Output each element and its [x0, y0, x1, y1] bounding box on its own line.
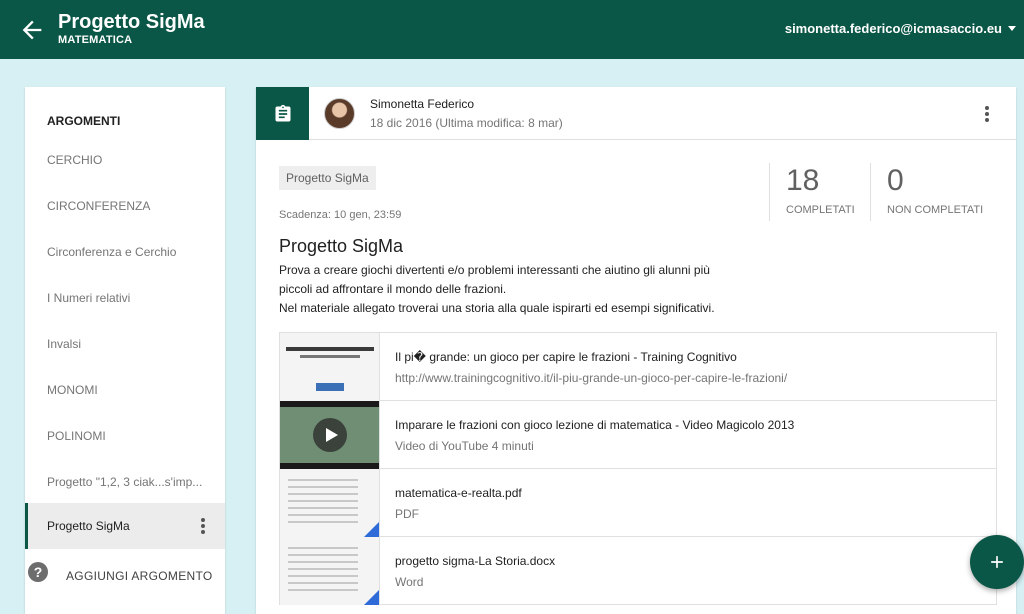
video-thumbnail	[280, 401, 380, 469]
sidebar-item-polinomi[interactable]: POLINOMI	[25, 413, 225, 459]
attachment-title: progetto sigma-La Storia.docx	[395, 554, 556, 568]
completed-stat[interactable]: 18 COMPLETATI	[769, 163, 870, 221]
attachment-link[interactable]: Il pi� grande: un gioco per capire le fr…	[280, 333, 996, 401]
assignment-card: Simonetta Federico 18 dic 2016 (Ultima m…	[256, 87, 1016, 614]
docx-thumbnail	[280, 537, 380, 605]
sidebar-item-circonferenza[interactable]: CIRCONFERENZA	[25, 183, 225, 229]
attachment-meta: Video di YouTube 4 minuti	[395, 439, 534, 453]
not-completed-label: NON COMPLETATI	[887, 204, 984, 216]
topics-sidebar: ARGOMENTI CERCHIO CIRCONFERENZA Circonfe…	[25, 87, 225, 614]
arrow-back-icon	[22, 20, 42, 40]
top-app-bar: Progetto SigMa MATEMATICA simonetta.fede…	[0, 0, 1024, 59]
avatar	[324, 98, 355, 129]
link-thumbnail	[280, 333, 380, 401]
more-options-icon[interactable]	[985, 106, 989, 122]
attachment-title: matematica-e-realta.pdf	[395, 486, 522, 500]
class-title: Progetto SigMa	[58, 11, 205, 33]
completed-count: 18	[786, 164, 820, 197]
assignment-type-badge	[256, 87, 309, 140]
description-line: Nel materiale allegato troverai una stor…	[279, 301, 715, 315]
attachment-type: PDF	[395, 507, 419, 521]
pdf-thumbnail	[280, 469, 380, 537]
author-name: Simonetta Federico	[370, 97, 475, 111]
attachment-url: http://www.trainingcognitivo.it/il-piu-g…	[395, 371, 788, 385]
completed-label: COMPLETATI	[786, 204, 855, 216]
account-email: simonetta.federico@icmasaccio.eu	[784, 21, 1002, 36]
sidebar-item-progetto-ciak[interactable]: Progetto "1,2, 3 ciak...s'imp...	[25, 459, 225, 505]
submission-stats: 18 COMPLETATI 0 NON COMPLETATI	[769, 163, 984, 221]
help-icon[interactable]: ?	[28, 562, 48, 582]
add-topic-label: AGGIUNGI ARGOMENTO	[66, 569, 213, 583]
attachment-video[interactable]: Imparare le frazioni con gioco lezione d…	[280, 401, 996, 469]
assignment-title: Progetto SigMa	[279, 236, 404, 256]
topic-chip[interactable]: Progetto SigMa	[279, 166, 376, 190]
add-fab-button[interactable]	[970, 535, 1024, 589]
back-button[interactable]	[18, 16, 46, 44]
sidebar-item-invalsi[interactable]: Invalsi	[25, 321, 225, 367]
assignment-header: Simonetta Federico 18 dic 2016 (Ultima m…	[256, 87, 1016, 140]
sidebar-item-cerchio[interactable]: CERCHIO	[25, 137, 225, 183]
assignment-icon	[275, 104, 290, 121]
assignment-description: Prova a creare giochi divertenti e/o pro…	[279, 261, 749, 318]
plus-icon	[991, 556, 1003, 568]
attachment-title: Imparare le frazioni con gioco lezione d…	[395, 418, 795, 432]
account-menu[interactable]: simonetta.federico@icmasaccio.eu	[785, 21, 1016, 36]
description-line: Prova a creare giochi divertenti e/o pro…	[279, 263, 710, 277]
attachment-title: Il pi� grande: un gioco per capire le fr…	[395, 350, 737, 364]
not-completed-stat[interactable]: 0 NON COMPLETATI	[870, 163, 984, 221]
not-completed-count: 0	[887, 164, 904, 197]
description-line: piccoli ad affrontare il mondo delle fra…	[279, 282, 507, 296]
sidebar-item-numeri-relativi[interactable]: I Numeri relativi	[25, 275, 225, 321]
caret-down-icon	[1008, 26, 1016, 31]
attachment-docx[interactable]: progetto sigma-La Storia.docx Word	[280, 537, 996, 605]
add-topic-button[interactable]: ? AGGIUNGI ARGOMENTO	[25, 559, 225, 589]
attachment-pdf[interactable]: matematica-e-realta.pdf PDF	[280, 469, 996, 537]
sidebar-item-label: Progetto SigMa	[47, 519, 130, 533]
post-date: 18 dic 2016 (Ultima modifica: 8 mar)	[370, 116, 563, 130]
attachment-type: Word	[395, 575, 424, 589]
sidebar-item-monomi[interactable]: MONOMI	[25, 367, 225, 413]
due-date: Scadenza: 10 gen, 23:59	[279, 209, 402, 221]
sidebar-item-circonferenza-e-cerchio[interactable]: Circonferenza e Cerchio	[25, 229, 225, 275]
attachments-list: Il pi� grande: un gioco per capire le fr…	[279, 332, 997, 605]
play-icon	[313, 418, 347, 452]
sidebar-item-progetto-sigma[interactable]: Progetto SigMa	[25, 503, 225, 549]
topic-more-button[interactable]	[201, 518, 205, 534]
class-subject: MATEMATICA	[58, 34, 133, 46]
topics-heading: ARGOMENTI	[47, 114, 121, 128]
